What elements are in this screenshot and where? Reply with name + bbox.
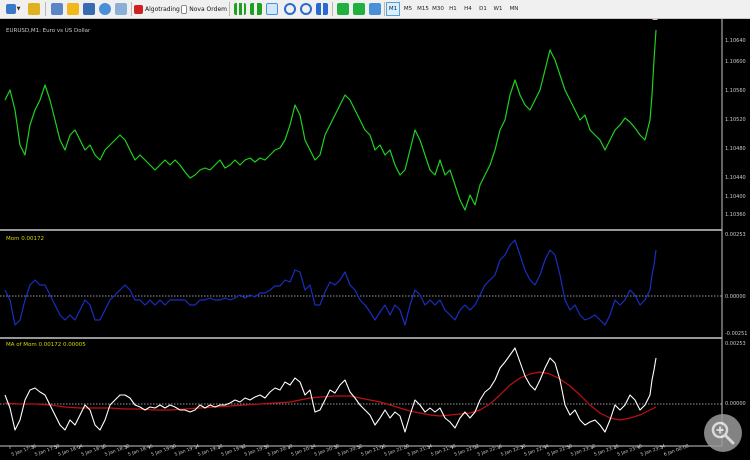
chart-window[interactable]: EURUSD,M1: Euro vs US Dollar Mom 0.00172… xyxy=(0,19,750,460)
terminal-icon xyxy=(115,3,127,15)
toolbar: ▼ Algotrading Nova Ordem M1 M5 M15 M30 H… xyxy=(0,0,750,19)
timeframe-w1-button[interactable]: W1 xyxy=(491,2,505,16)
price-label: 1.10560 xyxy=(725,88,746,94)
mom-axis-label: 0.00253 xyxy=(725,232,746,238)
timeframe-h4-button[interactable]: H4 xyxy=(461,2,475,16)
navigator-button[interactable] xyxy=(98,2,112,16)
toolbar-separator xyxy=(332,2,333,16)
timeframe-m30-button[interactable]: M30 xyxy=(431,2,445,16)
indicators-button[interactable] xyxy=(368,2,382,16)
market-watch-icon xyxy=(51,3,63,15)
mom-axis-label: -0.00251 xyxy=(725,331,747,337)
timeframe-label: M30 xyxy=(432,6,444,12)
timeframe-m5-button[interactable]: M5 xyxy=(401,2,415,16)
timeframe-h1-button[interactable]: H1 xyxy=(446,2,460,16)
timeframe-d1-button[interactable]: D1 xyxy=(476,2,490,16)
profiles-icon xyxy=(28,3,40,15)
terminal-button[interactable] xyxy=(114,2,128,16)
price-label: 1.10520 xyxy=(725,117,746,123)
save-icon xyxy=(83,3,95,15)
price-label: 1.10600 xyxy=(725,59,746,65)
toolbar-separator xyxy=(229,2,230,16)
zoom-in-icon xyxy=(284,3,296,15)
tile-icon xyxy=(316,3,328,15)
magnifier-icon xyxy=(711,421,735,445)
chart-background xyxy=(0,19,750,460)
indicators-icon xyxy=(369,3,381,15)
timeframe-mn-button[interactable]: MN xyxy=(506,2,522,16)
timeframe-label: D1 xyxy=(479,6,487,12)
candle-chart-icon xyxy=(250,3,262,15)
algotrading-icon xyxy=(134,4,143,14)
timeframe-label: M15 xyxy=(417,6,429,12)
bar-chart-icon xyxy=(234,3,246,15)
line-chart-button[interactable] xyxy=(265,2,279,16)
profiles-button[interactable] xyxy=(27,2,41,16)
folder-button[interactable] xyxy=(66,2,80,16)
tile-button[interactable] xyxy=(315,2,329,16)
chart-shift-marker xyxy=(652,19,658,20)
timeframe-m15-button[interactable]: M15 xyxy=(416,2,430,16)
timeframe-label: H1 xyxy=(449,6,457,12)
main-pane-header: EURUSD,M1: Euro vs US Dollar xyxy=(6,28,91,34)
shift-button[interactable] xyxy=(352,2,366,16)
chevron-down-icon: ▼ xyxy=(16,6,21,12)
price-label: 1.10480 xyxy=(725,146,746,152)
timeframe-label: M1 xyxy=(388,6,398,12)
autoscroll-icon xyxy=(337,3,349,15)
mom-pane-header: Mom 0.00172 xyxy=(6,236,44,242)
toolbar-separator xyxy=(45,2,46,16)
new-chart-button[interactable]: ▼ xyxy=(2,2,24,16)
algotrading-button[interactable]: Algotrading xyxy=(134,2,180,16)
folder-icon xyxy=(67,3,79,15)
timeframe-label: H4 xyxy=(464,6,472,12)
toolbar-separator xyxy=(131,2,132,16)
zoom-out-button[interactable] xyxy=(299,2,313,16)
timeframe-label: MN xyxy=(509,6,519,12)
market-watch-button[interactable] xyxy=(50,2,64,16)
new-order-label: Nova Ordem xyxy=(189,5,227,13)
ma-pane-header: MA of Mom 0.00172 0.00005 xyxy=(6,342,86,348)
ma-axis-label: 0.00000 xyxy=(725,401,746,407)
price-label: 1.10400 xyxy=(725,194,746,200)
timeframe-label: W1 xyxy=(493,6,503,12)
autoscroll-button[interactable] xyxy=(336,2,350,16)
save-button[interactable] xyxy=(82,2,96,16)
magnifier-button[interactable] xyxy=(704,414,742,452)
new-order-button[interactable]: Nova Ordem xyxy=(181,2,227,16)
toolbar-separator xyxy=(384,2,385,16)
new-chart-icon xyxy=(5,4,16,14)
price-label: 1.10440 xyxy=(725,175,746,181)
price-label: 1.10360 xyxy=(725,212,746,218)
line-chart-icon xyxy=(266,3,278,15)
timeframe-m1-button[interactable]: M1 xyxy=(386,2,400,16)
new-order-icon xyxy=(181,4,188,14)
candle-chart-button[interactable] xyxy=(249,2,263,16)
navigator-icon xyxy=(99,3,111,15)
algotrading-label: Algotrading xyxy=(145,5,180,13)
bar-chart-button[interactable] xyxy=(233,2,247,16)
price-label: 1.10640 xyxy=(725,38,746,44)
mom-axis-label: 0.00000 xyxy=(725,294,746,300)
zoom-in-button[interactable] xyxy=(283,2,297,16)
zoom-out-icon xyxy=(300,3,312,15)
shift-icon xyxy=(353,3,365,15)
ma-axis-label: 0.00253 xyxy=(725,341,746,347)
timeframe-label: M5 xyxy=(403,6,413,12)
